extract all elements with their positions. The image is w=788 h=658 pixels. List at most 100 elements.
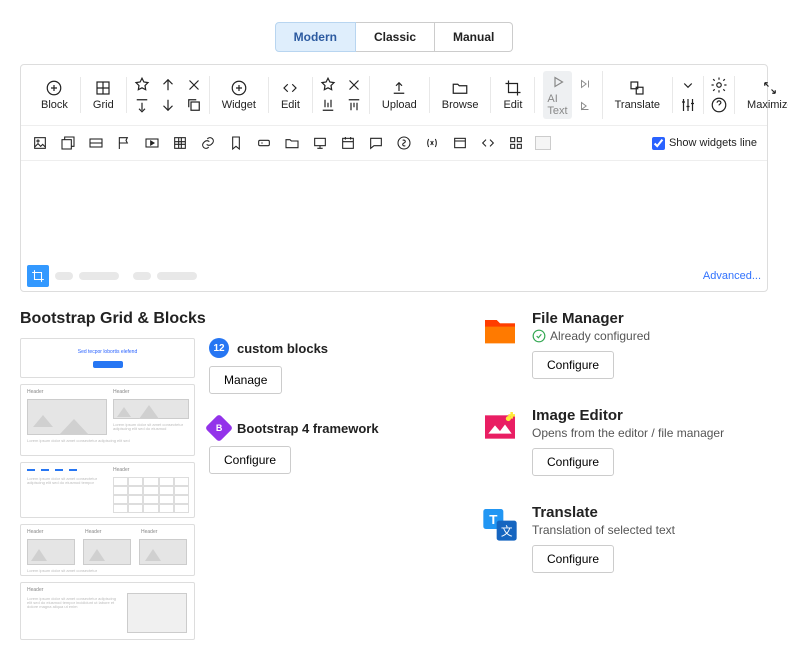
thumb-hero[interactable]: Sed tecpor lobortis elefend — [20, 338, 195, 378]
widget-label: Widget — [222, 99, 256, 111]
edit-image-button[interactable]: Edit — [499, 77, 526, 113]
play-icon — [549, 73, 567, 91]
flag-icon[interactable] — [115, 134, 133, 152]
tab-modern[interactable]: Modern — [275, 22, 356, 52]
thumb-two-col-images[interactable]: Header Header Lorem ipsum dolor sit amet… — [20, 384, 195, 456]
slider-icon[interactable] — [87, 134, 105, 152]
tab-classic[interactable]: Classic — [356, 22, 435, 52]
folder-icon — [451, 79, 469, 97]
svg-text:T: T — [489, 512, 497, 527]
bookmark-icon[interactable] — [227, 134, 245, 152]
svg-text:文: 文 — [501, 525, 513, 539]
copy-icon[interactable] — [185, 96, 203, 114]
align-bottom-icon[interactable] — [319, 96, 337, 114]
configure-translate-button[interactable]: Configure — [532, 545, 614, 573]
close-icon[interactable] — [345, 76, 363, 94]
edit-button[interactable]: Edit — [277, 77, 304, 113]
grid-label: Grid — [93, 99, 114, 111]
plus-circle-icon — [45, 79, 63, 97]
toolbar-row-main: Block Grid Widget — [21, 65, 767, 126]
calendar-icon[interactable] — [339, 134, 357, 152]
image-editor-sub: Opens from the editor / file manager — [532, 426, 724, 440]
canvas-indicator — [157, 272, 197, 280]
translate-button[interactable]: Translate — [611, 77, 664, 113]
file-manager-title: File Manager — [532, 310, 650, 327]
bootstrap-badge: B — [205, 414, 233, 442]
gallery-icon[interactable] — [59, 134, 77, 152]
translate-icon — [628, 79, 646, 97]
image-icon[interactable] — [31, 134, 49, 152]
widget-button[interactable]: Widget — [218, 77, 260, 113]
configure-image-editor-button[interactable]: Configure — [532, 448, 614, 476]
link-icon[interactable] — [199, 134, 217, 152]
canvas-indicator — [133, 272, 151, 280]
bootstrap-label: Bootstrap 4 framework — [237, 421, 379, 436]
canvas-crop-button[interactable] — [27, 265, 49, 287]
aitext-label: AI Text — [547, 93, 567, 117]
align-top-icon[interactable] — [345, 96, 363, 114]
code-icon — [281, 79, 299, 97]
editor-mode-tabs: Modern Classic Manual — [0, 22, 788, 52]
browser-icon[interactable] — [451, 134, 469, 152]
code-small-icon[interactable] — [479, 134, 497, 152]
ai-text-button[interactable]: AI Text — [543, 71, 571, 119]
manage-button[interactable]: Manage — [209, 366, 282, 394]
check-circle-icon — [532, 329, 546, 343]
play-small-1-icon[interactable] — [576, 75, 594, 93]
file-manager-sub: Already configured — [550, 329, 650, 343]
table-icon[interactable] — [171, 134, 189, 152]
show-widgets-checkbox-input[interactable] — [652, 137, 665, 150]
video-icon[interactable] — [143, 134, 161, 152]
browse-label: Browse — [442, 99, 479, 111]
advanced-link[interactable]: Advanced... — [703, 270, 761, 282]
arrow-up-icon[interactable] — [159, 76, 177, 94]
block-label: Block — [41, 99, 68, 111]
upload-button[interactable]: Upload — [378, 77, 421, 113]
maximize-label: Maximize — [747, 99, 788, 111]
gear-icon[interactable] — [710, 76, 728, 94]
tag-icon[interactable] — [255, 134, 273, 152]
star-icon[interactable] — [133, 76, 151, 94]
block-thumbnails: Sed tecpor lobortis elefend Header Heade… — [20, 338, 195, 640]
toolbar-row-widgets: Show widgets line — [21, 126, 767, 161]
translate-feature-icon: T文 — [480, 504, 520, 544]
translate-label: Translate — [615, 99, 660, 111]
arrow-down-icon[interactable] — [159, 96, 177, 114]
maximize-button[interactable]: Maximize — [743, 77, 788, 113]
editor-toolbar: Block Grid Widget — [20, 64, 768, 292]
grid-button[interactable]: Grid — [89, 77, 118, 113]
editor-canvas[interactable]: Advanced... — [21, 161, 767, 291]
close-icon[interactable] — [185, 76, 203, 94]
edit2-label: Edit — [503, 99, 522, 111]
sliders-icon[interactable] — [679, 96, 697, 114]
tab-manual[interactable]: Manual — [435, 22, 513, 52]
thumb-text-grid[interactable]: Header Lorem ipsum dolor sit amet consec… — [20, 462, 195, 518]
browse-button[interactable]: Browse — [438, 77, 483, 113]
thumb-text-image[interactable]: Header Lorem ipsum dolor sit amet consec… — [20, 582, 195, 640]
canvas-indicator — [79, 272, 119, 280]
canvas-indicator — [55, 272, 73, 280]
help-icon[interactable] — [710, 96, 728, 114]
maximize-icon — [761, 79, 779, 97]
plus-circle-icon — [230, 79, 248, 97]
crop-icon — [504, 79, 522, 97]
variable-icon[interactable] — [423, 134, 441, 152]
star-icon[interactable] — [319, 76, 337, 94]
edit-label: Edit — [281, 99, 300, 111]
show-widgets-line-checkbox[interactable]: Show widgets line — [652, 137, 757, 150]
play-small-2-icon[interactable] — [576, 97, 594, 115]
blocks-count-badge: 12 — [209, 338, 229, 358]
section-title: Bootstrap Grid & Blocks — [20, 310, 450, 328]
chevron-down-icon[interactable] — [679, 76, 697, 94]
thumb-three-images[interactable]: Header Header Header Lorem ipsum dolor s… — [20, 524, 195, 576]
qr-icon[interactable] — [507, 134, 525, 152]
block-button[interactable]: Block — [37, 77, 72, 113]
comment-icon[interactable] — [367, 134, 385, 152]
export-icon[interactable] — [133, 96, 151, 114]
presentation-icon[interactable] — [311, 134, 329, 152]
folder-small-icon[interactable] — [283, 134, 301, 152]
configure-bootstrap-button[interactable]: Configure — [209, 446, 291, 474]
box-icon[interactable] — [535, 136, 551, 150]
configure-file-manager-button[interactable]: Configure — [532, 351, 614, 379]
number-icon[interactable] — [395, 134, 413, 152]
